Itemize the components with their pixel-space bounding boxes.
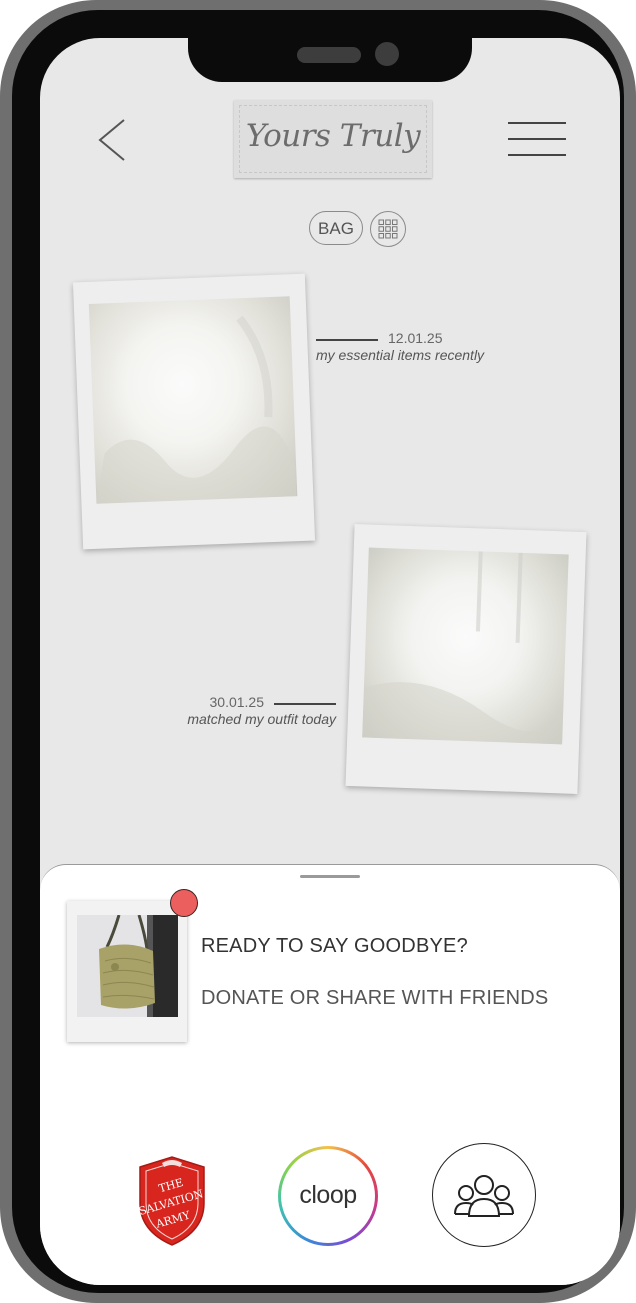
grid-view-button[interactable] (370, 211, 406, 247)
friends-group-icon (454, 1175, 514, 1217)
cloop-button[interactable]: cloop (278, 1146, 378, 1246)
app-logo: Yours Truly (234, 100, 432, 178)
notification-badge (170, 889, 198, 917)
post-date: 12.01.25 (388, 330, 443, 346)
sheet-grabber[interactable] (300, 875, 360, 878)
item-polaroid[interactable] (67, 901, 187, 1042)
post-photo (88, 296, 298, 504)
bag-photo-art (77, 915, 178, 1017)
back-button[interactable] (94, 116, 134, 164)
notch (188, 38, 472, 82)
post-polaroid[interactable] (72, 273, 316, 550)
post-photo-art (96, 315, 297, 504)
post-photo-art (362, 551, 564, 745)
salvation-army-button[interactable]: THE SALVATION ARMY (132, 1153, 212, 1249)
menu-bar (508, 122, 566, 124)
menu-bar (508, 154, 566, 156)
post-note: my essential items recently (316, 347, 485, 363)
caption-line (316, 339, 378, 341)
post-caption: 30.01.25 matched my outfit today (164, 694, 336, 727)
bag-filter-button[interactable]: BAG (309, 211, 363, 245)
menu-bar (508, 138, 566, 140)
post-photo (362, 547, 569, 745)
post-polaroid[interactable] (345, 524, 587, 794)
menu-button[interactable] (508, 120, 568, 160)
grid-view-icon (378, 219, 398, 239)
speaker (297, 47, 361, 63)
back-arrow-icon (98, 119, 125, 161)
bag-photo (77, 915, 178, 1017)
donate-share-prompt: DONATE OR SHARE WITH FRIENDS (201, 987, 549, 1009)
phone-bezel: Yours Truly BAG 12.01.25 my essential it… (12, 10, 624, 1293)
share-with-friends-button[interactable] (432, 1143, 536, 1247)
post-note: matched my outfit today (187, 711, 336, 727)
post-caption: 12.01.25 my essential items recently (316, 330, 484, 363)
caption-line (274, 703, 336, 705)
front-camera (375, 42, 399, 66)
phone-frame: Yours Truly BAG 12.01.25 my essential it… (0, 0, 636, 1303)
goodbye-prompt: READY TO SAY GOODBYE? (201, 935, 468, 957)
cloop-logo-text: cloop (281, 1149, 375, 1243)
logo-text: Yours Truly (245, 118, 421, 154)
goodbye-sheet: READY TO SAY GOODBYE? DONATE OR SHARE WI… (40, 864, 620, 1285)
salvation-army-wordmark: THE SALVATION ARMY (137, 1176, 205, 1231)
post-date: 30.01.25 (209, 694, 265, 710)
app-screen: Yours Truly BAG 12.01.25 my essential it… (40, 38, 620, 1285)
